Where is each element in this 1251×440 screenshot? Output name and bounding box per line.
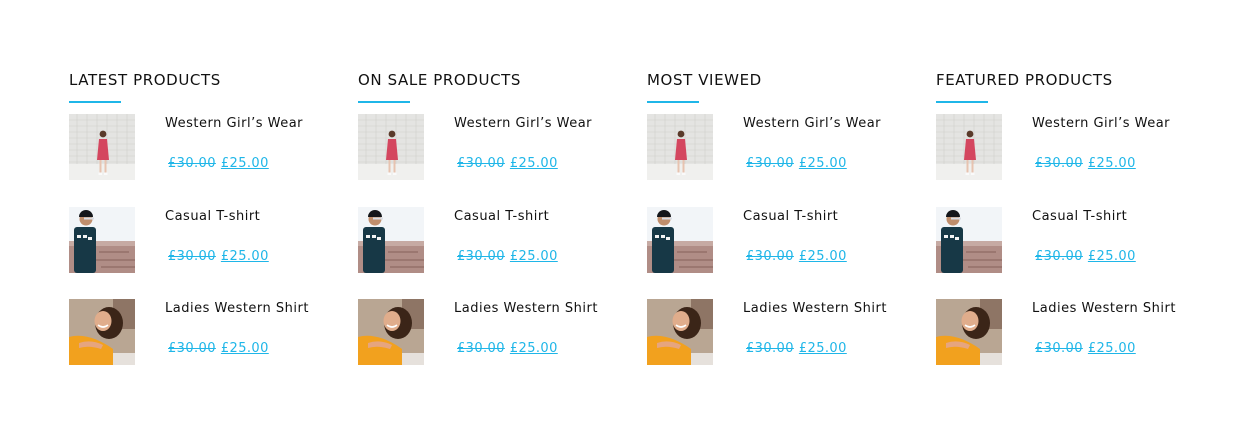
sale-price: £25.00 bbox=[509, 341, 558, 356]
product-price: £30.00 £25.00 bbox=[1035, 156, 1136, 171]
widget-title: ON SALE PRODUCTS bbox=[358, 71, 522, 89]
title-underline bbox=[936, 101, 988, 103]
sale-price: £25.00 bbox=[798, 156, 847, 171]
old-price: £30.00 bbox=[746, 156, 794, 171]
product-thumbnail[interactable] bbox=[647, 114, 713, 180]
product-price: £30.00 £25.00 bbox=[1035, 341, 1136, 356]
widget-title: MOST VIEWED bbox=[647, 71, 762, 89]
widget-on-sale-products: ON SALE PRODUCTS Western Girl’s Wear £30.0… bbox=[358, 0, 618, 440]
product-name-link[interactable]: Western Girl’s Wear bbox=[454, 116, 592, 131]
product-item: Casual T-shirt £30.00 £25.00 bbox=[358, 207, 618, 273]
old-price: £30.00 bbox=[457, 249, 505, 264]
product-thumbnail[interactable] bbox=[69, 207, 135, 273]
product-item: Ladies Western Shirt £30.00 £25.00 bbox=[936, 299, 1196, 365]
product-thumbnail[interactable] bbox=[69, 114, 135, 180]
sale-price: £25.00 bbox=[509, 156, 558, 171]
product-thumbnail[interactable] bbox=[936, 299, 1002, 365]
product-price: £30.00 £25.00 bbox=[168, 249, 269, 264]
old-price: £30.00 bbox=[746, 249, 794, 264]
product-name-link[interactable]: Western Girl’s Wear bbox=[165, 116, 303, 131]
old-price: £30.00 bbox=[168, 341, 216, 356]
product-price: £30.00 £25.00 bbox=[168, 156, 269, 171]
product-item: Casual T-shirt £30.00 £25.00 bbox=[936, 207, 1196, 273]
product-price: £30.00 £25.00 bbox=[746, 249, 847, 264]
product-name-link[interactable]: Casual T-shirt bbox=[165, 209, 260, 224]
product-thumbnail[interactable] bbox=[647, 299, 713, 365]
old-price: £30.00 bbox=[1035, 249, 1083, 264]
sale-price: £25.00 bbox=[798, 249, 847, 264]
title-underline bbox=[69, 101, 121, 103]
product-item: Western Girl’s Wear £30.00 £25.00 bbox=[69, 114, 329, 180]
product-name-link[interactable]: Casual T-shirt bbox=[454, 209, 549, 224]
widget-title: FEATURED PRODUCTS bbox=[936, 71, 1113, 89]
sale-price: £25.00 bbox=[798, 341, 847, 356]
product-price: £30.00 £25.00 bbox=[746, 341, 847, 356]
product-item: Ladies Western Shirt £30.00 £25.00 bbox=[69, 299, 329, 365]
product-name-link[interactable]: Ladies Western Shirt bbox=[1032, 301, 1176, 316]
title-underline bbox=[647, 101, 699, 103]
product-item: Western Girl’s Wear £30.00 £25.00 bbox=[936, 114, 1196, 180]
product-price: £30.00 £25.00 bbox=[457, 249, 558, 264]
title-underline bbox=[358, 101, 410, 103]
product-name-link[interactable]: Casual T-shirt bbox=[743, 209, 838, 224]
product-price: £30.00 £25.00 bbox=[457, 341, 558, 356]
product-thumbnail[interactable] bbox=[936, 207, 1002, 273]
product-price: £30.00 £25.00 bbox=[168, 341, 269, 356]
sale-price: £25.00 bbox=[1087, 249, 1136, 264]
product-name-link[interactable]: Ladies Western Shirt bbox=[743, 301, 887, 316]
old-price: £30.00 bbox=[457, 156, 505, 171]
product-thumbnail[interactable] bbox=[358, 207, 424, 273]
product-thumbnail[interactable] bbox=[936, 114, 1002, 180]
sale-price: £25.00 bbox=[220, 341, 269, 356]
old-price: £30.00 bbox=[168, 156, 216, 171]
product-name-link[interactable]: Western Girl’s Wear bbox=[743, 116, 881, 131]
product-thumbnail[interactable] bbox=[358, 299, 424, 365]
product-widgets: LATEST PRODUCTS Western Girl’s Wear £30.00… bbox=[0, 0, 1251, 440]
sale-price: £25.00 bbox=[509, 249, 558, 264]
old-price: £30.00 bbox=[457, 341, 505, 356]
product-price: £30.00 £25.00 bbox=[1035, 249, 1136, 264]
sale-price: £25.00 bbox=[1087, 341, 1136, 356]
product-item: Casual T-shirt £30.00 £25.00 bbox=[69, 207, 329, 273]
widget-latest-products: LATEST PRODUCTS Western Girl’s Wear £30.00… bbox=[69, 0, 329, 440]
product-item: Western Girl’s Wear £30.00 £25.00 bbox=[358, 114, 618, 180]
product-price: £30.00 £25.00 bbox=[457, 156, 558, 171]
product-name-link[interactable]: Western Girl’s Wear bbox=[1032, 116, 1170, 131]
old-price: £30.00 bbox=[746, 341, 794, 356]
sale-price: £25.00 bbox=[220, 156, 269, 171]
old-price: £30.00 bbox=[1035, 156, 1083, 171]
widget-featured-products: FEATURED PRODUCTS Western Girl’s Wear £30.… bbox=[936, 0, 1196, 440]
old-price: £30.00 bbox=[1035, 341, 1083, 356]
old-price: £30.00 bbox=[168, 249, 216, 264]
widget-title: LATEST PRODUCTS bbox=[69, 71, 221, 89]
product-item: Ladies Western Shirt £30.00 £25.00 bbox=[358, 299, 618, 365]
product-name-link[interactable]: Casual T-shirt bbox=[1032, 209, 1127, 224]
sale-price: £25.00 bbox=[1087, 156, 1136, 171]
product-item: Ladies Western Shirt £30.00 £25.00 bbox=[647, 299, 907, 365]
product-thumbnail[interactable] bbox=[69, 299, 135, 365]
product-item: Casual T-shirt £30.00 £25.00 bbox=[647, 207, 907, 273]
product-name-link[interactable]: Ladies Western Shirt bbox=[165, 301, 309, 316]
widget-most-viewed: MOST VIEWED Western Girl’s Wear £30.00 £25.… bbox=[647, 0, 907, 440]
product-name-link[interactable]: Ladies Western Shirt bbox=[454, 301, 598, 316]
sale-price: £25.00 bbox=[220, 249, 269, 264]
product-thumbnail[interactable] bbox=[358, 114, 424, 180]
product-item: Western Girl’s Wear £30.00 £25.00 bbox=[647, 114, 907, 180]
product-price: £30.00 £25.00 bbox=[746, 156, 847, 171]
product-thumbnail[interactable] bbox=[647, 207, 713, 273]
